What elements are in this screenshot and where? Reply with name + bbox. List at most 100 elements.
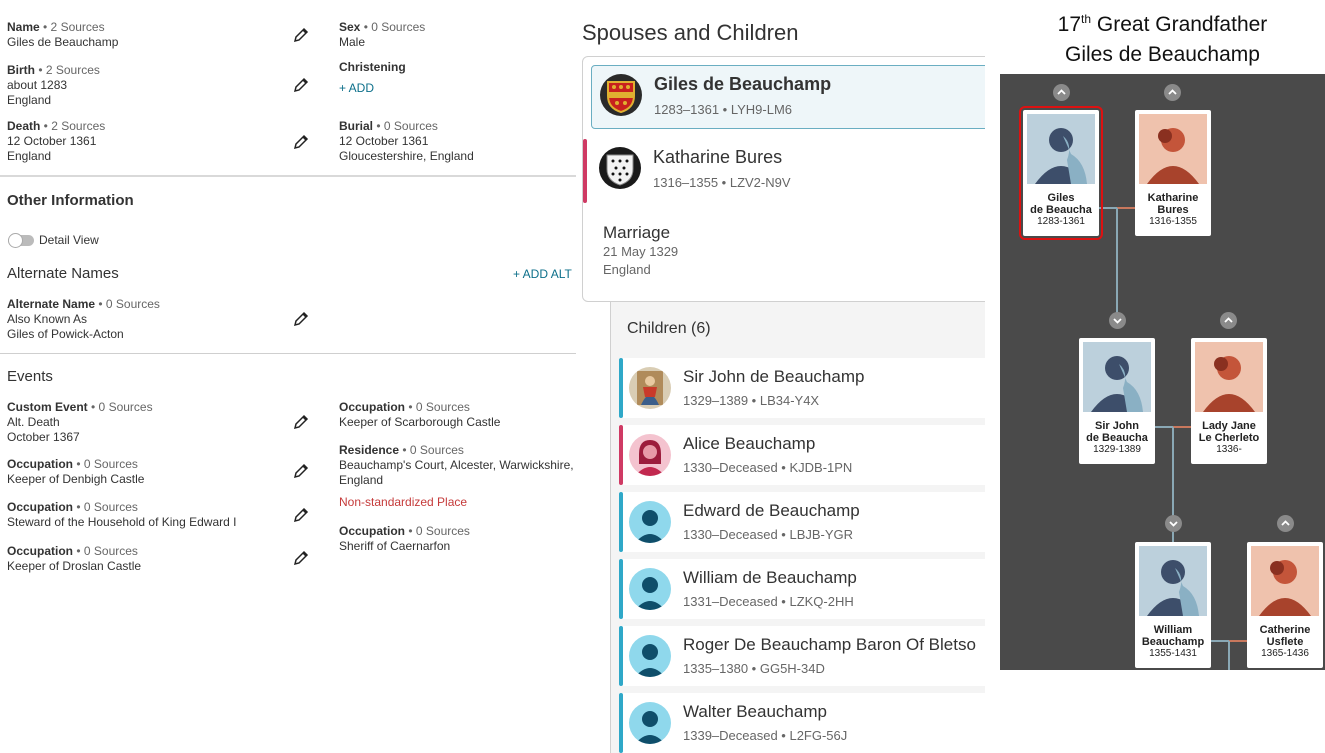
family-card: Giles de Beauchamp 1283–1361 • LYH9-LM6 … [582, 56, 985, 302]
male-avatar-icon [629, 568, 671, 610]
field-label: Occupation [7, 544, 74, 558]
non-standardized-place-warning[interactable]: Non-standardized Place [339, 495, 467, 509]
marriage-place: England [603, 262, 651, 277]
field-value: Giles de Beauchamp [7, 35, 119, 49]
field-value: about 1283 [7, 78, 68, 92]
field-sources[interactable]: • 0 Sources [88, 400, 153, 414]
child-row[interactable]: Roger De Beauchamp Baron Of Bletso 1335–… [619, 626, 985, 686]
person-name: Lady Jane Le Cherleto [1191, 420, 1267, 444]
tree-title: 17th Great Grandfather Giles de Beaucham… [1000, 4, 1325, 70]
edit-pencil-icon[interactable] [292, 26, 310, 44]
field-sources[interactable]: • 0 Sources [73, 544, 138, 558]
female-accent-bar [619, 425, 623, 485]
field-label: Occupation [7, 457, 74, 471]
child-lifespan-id: 1329–1389 • LB34-Y4X [683, 393, 820, 408]
child-name[interactable]: Sir John de Beauchamp [683, 367, 864, 387]
person-name: Katharine Bures [1135, 192, 1211, 216]
husband-row[interactable]: Giles de Beauchamp 1283–1361 • LYH9-LM6 [591, 65, 985, 129]
field-sources[interactable]: • 0 Sources [399, 443, 464, 457]
field-label: Residence [339, 443, 400, 457]
chevron-up-icon[interactable] [1053, 84, 1070, 101]
person-card[interactable]: Giles de Beaucha 1283-1361 [1019, 106, 1103, 240]
person-card[interactable]: Catherine Usflete 1365-1436 [1247, 542, 1323, 668]
field-sources[interactable]: • 2 Sources [40, 20, 105, 34]
child-name[interactable]: Walter Beauchamp [683, 702, 827, 722]
person-years: 1355-1431 [1149, 648, 1197, 659]
field-sources[interactable]: • 0 Sources [73, 457, 138, 471]
child-lifespan-id: 1335–1380 • GG5H-34D [683, 661, 825, 676]
child-row[interactable]: Walter Beauchamp 1339–Deceased • L2FG-56… [619, 693, 985, 753]
add-christening-link[interactable]: + ADD [339, 81, 374, 96]
chevron-up-icon[interactable] [1277, 515, 1294, 532]
husband-lifespan-id: 1283–1361 • LYH9-LM6 [654, 102, 793, 117]
child-name[interactable]: Edward de Beauchamp [683, 501, 860, 521]
edit-pencil-icon[interactable] [292, 549, 310, 567]
events-heading: Events [7, 368, 53, 385]
male-accent-bar [619, 358, 623, 418]
edit-pencil-icon[interactable] [292, 310, 310, 328]
child-name[interactable]: William de Beauchamp [683, 568, 857, 588]
descent-line [1228, 641, 1230, 670]
field-sources[interactable]: • 0 Sources [373, 119, 438, 133]
chevron-up-icon[interactable] [1220, 312, 1237, 329]
field-value: Alt. Death [7, 415, 60, 429]
field-sources[interactable]: • 2 Sources [40, 119, 106, 133]
person-name-line1: Catherine [1259, 624, 1311, 636]
edit-pencil-icon[interactable] [292, 76, 310, 94]
couple-connector [1117, 207, 1135, 209]
event-field: Occupation • 0 Sources Keeper of Scarbor… [339, 400, 500, 430]
field-value: Keeper of Denbigh Castle [7, 472, 145, 486]
name-field: Name • 2 Sources Giles de Beauchamp [7, 20, 118, 50]
child-name[interactable]: Alice Beauchamp [683, 434, 815, 454]
detail-view-toggle[interactable] [8, 233, 34, 248]
person-card[interactable]: William Beauchamp 1355-1431 [1135, 542, 1211, 668]
birth-field: Birth • 2 Sources about 1283 England [7, 63, 100, 108]
couple-connector [1155, 426, 1173, 428]
marriage-title: Marriage [603, 223, 671, 242]
person-card[interactable]: Katharine Bures 1316-1355 [1135, 110, 1211, 236]
child-row[interactable]: William de Beauchamp 1331–Deceased • LZK… [619, 559, 985, 619]
child-row[interactable]: Alice Beauchamp 1330–Deceased • KJDB-1PN [619, 425, 985, 485]
field-value: 12 October 1361 [339, 134, 429, 148]
male-avatar-icon [629, 635, 671, 677]
wife-name[interactable]: Katharine Bures [653, 147, 782, 168]
chevron-down-icon[interactable] [1165, 515, 1182, 532]
other-information-heading: Other Information [7, 192, 134, 209]
alternate-names-heading: Alternate Names [7, 265, 119, 282]
add-alternate-name-link[interactable]: + ADD ALT [513, 267, 572, 281]
person-card[interactable]: Sir John de Beaucha 1329-1389 [1079, 338, 1155, 464]
person-name-line2: Le Cherleto [1198, 432, 1260, 444]
edit-pencil-icon[interactable] [292, 413, 310, 431]
edit-pencil-icon[interactable] [292, 506, 310, 524]
person-years: 1316-1355 [1149, 216, 1197, 227]
edit-pencil-icon[interactable] [292, 462, 310, 480]
edit-pencil-icon[interactable] [292, 133, 310, 151]
field-value: Also Known As [7, 312, 88, 326]
event-field: Custom Event • 0 Sources Alt. Death Octo… [7, 400, 153, 445]
children-list: Children (6) Sir John de Beauchamp 1329–… [610, 302, 985, 753]
sex-field: Sex • 0 Sources Male [339, 20, 425, 50]
person-name: Sir John de Beaucha [1079, 420, 1155, 444]
child-name[interactable]: Roger De Beauchamp Baron Of Bletso [683, 635, 976, 655]
marriage-event[interactable]: Marriage 21 May 1329 England [603, 223, 678, 279]
male-avatar-icon [629, 501, 671, 543]
field-sources[interactable]: • 0 Sources [73, 500, 138, 514]
child-row[interactable]: Edward de Beauchamp 1330–Deceased • LBJB… [619, 492, 985, 552]
field-sources[interactable]: • 0 Sources [405, 400, 470, 414]
field-sources[interactable]: • 0 Sources [405, 524, 470, 538]
wife-row[interactable]: Katharine Bures 1316–1355 • LZV2-N9V [583, 139, 985, 203]
pedigree-chart: Giles de Beaucha 1283-1361 Katharine Bures… [1000, 74, 1325, 670]
divider [0, 353, 576, 354]
field-sources[interactable]: • 2 Sources [35, 63, 100, 77]
field-label: Christening [339, 60, 406, 74]
husband-name[interactable]: Giles de Beauchamp [654, 74, 831, 95]
couple-connector [1229, 640, 1247, 642]
person-name-line2: Usflete [1266, 636, 1304, 648]
child-row[interactable]: Sir John de Beauchamp 1329–1389 • LB34-Y… [619, 358, 985, 418]
person-card[interactable]: Lady Jane Le Cherleto 1336- [1191, 338, 1267, 464]
field-sources[interactable]: • 0 Sources [360, 20, 426, 34]
chevron-down-icon[interactable] [1109, 312, 1126, 329]
chevron-up-icon[interactable] [1164, 84, 1181, 101]
event-field: Occupation • 0 Sources Keeper of Denbigh… [7, 457, 144, 487]
field-sources[interactable]: • 0 Sources [95, 297, 160, 311]
